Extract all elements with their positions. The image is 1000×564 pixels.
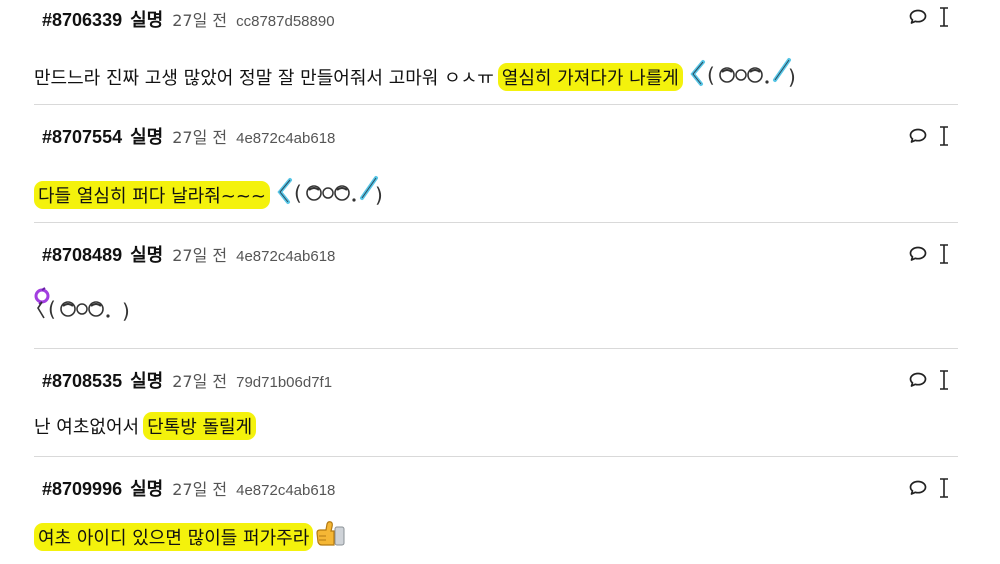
comment-number[interactable]: #8707554 bbox=[42, 127, 122, 148]
highlighted-text: 단톡방 돌릴게 bbox=[143, 412, 257, 440]
comment-actions bbox=[908, 6, 950, 28]
comment-hash: cc8787d58890 bbox=[236, 13, 335, 30]
comment-time: 27일 전 bbox=[172, 480, 228, 499]
text-cursor-icon[interactable] bbox=[938, 369, 950, 391]
comment-actions bbox=[908, 125, 950, 147]
text-cursor-icon[interactable] bbox=[938, 243, 950, 265]
comment-time: 27일 전 bbox=[172, 246, 228, 265]
highlighted-text: 여초 아이디 있으면 많이들 퍼가주라 bbox=[34, 522, 314, 551]
comment-body: 난 여초없어서 단톡방 돌릴게 bbox=[34, 412, 257, 440]
highlighted-text: 다들 열심히 퍼다 날라줘~~~ bbox=[34, 180, 271, 209]
reply-bubble-icon[interactable] bbox=[908, 245, 928, 263]
comment-hash: 4e872c4ab618 bbox=[236, 248, 336, 265]
text-cursor-icon[interactable] bbox=[938, 125, 950, 147]
comment-body: ( ) bbox=[34, 286, 138, 329]
svg-text:(: ( bbox=[48, 297, 56, 321]
comment-time: 27일 전 bbox=[172, 128, 228, 147]
comment-hash: 79d71b06d7f1 bbox=[236, 374, 333, 391]
cheer-sticker-icon: ( ) bbox=[689, 56, 799, 97]
comment-author: 실명 bbox=[130, 479, 164, 500]
svg-text:): ) bbox=[122, 299, 130, 323]
svg-text:): ) bbox=[788, 65, 796, 89]
comment-time: 27일 전 bbox=[172, 11, 228, 30]
reply-bubble-icon[interactable] bbox=[908, 479, 928, 497]
comment-text: 만드느라 진짜 고생 많았어 정말 잘 만들어줘서 고마워 ㅇㅅㅠ bbox=[34, 67, 494, 89]
comment-hash: 4e872c4ab618 bbox=[236, 482, 336, 499]
comment-item: #8707554 실명 27일 전 4e872c4ab618 다들 열심히 퍼다… bbox=[34, 112, 958, 222]
comment-number[interactable]: #8708489 bbox=[42, 245, 122, 266]
comment-number[interactable]: #8708535 bbox=[42, 371, 122, 392]
divider bbox=[34, 456, 958, 457]
comment-body: 만드느라 진짜 고생 많았어 정말 잘 만들어줘서 고마워 ㅇㅅㅠ 열심히 가져… bbox=[34, 56, 799, 97]
reply-bubble-icon[interactable] bbox=[908, 8, 928, 26]
comment-body: 여초 아이디 있으면 많이들 퍼가주라 bbox=[34, 519, 347, 554]
comment-item: #8706339 실명 27일 전 cc8787d58890 만드느라 진짜 고… bbox=[34, 0, 958, 104]
text-cursor-icon[interactable] bbox=[938, 6, 950, 28]
highlighted-text: 열심히 가져다가 나를게 bbox=[497, 62, 683, 91]
comment-actions bbox=[908, 477, 950, 499]
svg-text:(: ( bbox=[707, 63, 715, 87]
divider bbox=[34, 222, 958, 223]
thumbs-up-icon bbox=[313, 519, 347, 554]
comment-time: 27일 전 bbox=[172, 372, 228, 391]
reply-bubble-icon[interactable] bbox=[908, 127, 928, 145]
cheer-sticker-purple-icon: ( ) bbox=[34, 286, 138, 329]
comment-author: 실명 bbox=[130, 245, 164, 266]
comment-author: 실명 bbox=[130, 127, 164, 148]
comment-author: 실명 bbox=[130, 10, 164, 31]
comment-actions bbox=[908, 369, 950, 391]
comment-meta: #8707554 실명 27일 전 4e872c4ab618 bbox=[42, 123, 335, 149]
divider bbox=[34, 348, 958, 349]
svg-text:(: ( bbox=[294, 181, 302, 205]
cheer-sticker-icon: ( ) bbox=[276, 174, 386, 215]
comment-meta: #8706339 실명 27일 전 cc8787d58890 bbox=[42, 6, 335, 32]
comment-text: 난 여초없어서 bbox=[34, 417, 140, 438]
comment-item: #8708489 실명 27일 전 4e872c4ab618 ( ) bbox=[34, 230, 958, 348]
comment-number[interactable]: #8709996 bbox=[42, 479, 122, 500]
comment-item: #8709996 실명 27일 전 4e872c4ab618 여초 아이디 있으… bbox=[34, 464, 958, 564]
comment-hash: 4e872c4ab618 bbox=[236, 130, 336, 147]
comment-number[interactable]: #8706339 bbox=[42, 10, 122, 31]
divider bbox=[34, 104, 958, 105]
comment-author: 실명 bbox=[130, 371, 164, 392]
comment-meta: #8709996 실명 27일 전 4e872c4ab618 bbox=[42, 475, 335, 501]
reply-bubble-icon[interactable] bbox=[908, 371, 928, 389]
comment-body: 다들 열심히 퍼다 날라줘~~~ ( ) bbox=[34, 174, 386, 215]
comment-meta: #8708489 실명 27일 전 4e872c4ab618 bbox=[42, 241, 335, 267]
comment-meta: #8708535 실명 27일 전 79d71b06d7f1 bbox=[42, 367, 332, 393]
comment-actions bbox=[908, 243, 950, 265]
svg-text:): ) bbox=[375, 183, 383, 207]
comment-item: #8708535 실명 27일 전 79d71b06d7f1 난 여초없어서 단… bbox=[34, 356, 958, 456]
text-cursor-icon[interactable] bbox=[938, 477, 950, 499]
